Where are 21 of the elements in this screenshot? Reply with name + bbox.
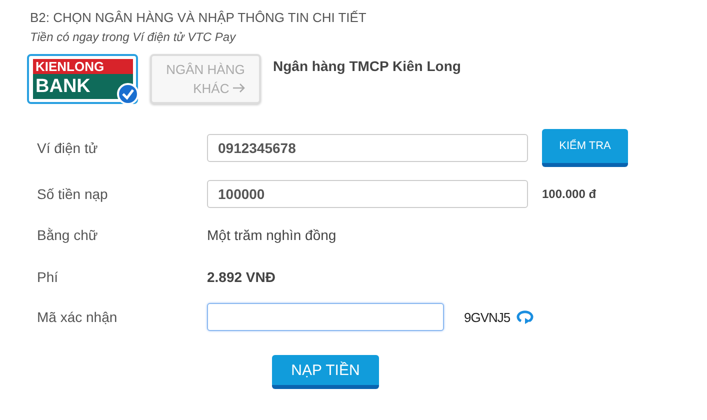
field-label: Ví điện tử (37, 138, 99, 158)
subheading: Tiền có ngay trong Ví điện tử VTC Pay (30, 30, 238, 44)
step-heading: B2: CHỌN NGÂN HÀNG VÀ NHẬP THÔNG TIN CHI TIẾT (30, 10, 368, 25)
other-bank-label: NGÂN HÀNG KHÁC (166, 61, 245, 98)
bank-tile[interactable]: KIENLONG BANK (27, 54, 138, 104)
refresh-icon[interactable] (515, 310, 536, 324)
arrow-right-icon (232, 83, 245, 93)
value-text: Một trăm nghìn đồng (207, 227, 336, 243)
check-icon (117, 83, 139, 105)
captcha-code: 9GVNJ5 (464, 310, 510, 324)
input-field[interactable]: 100000 (207, 180, 528, 208)
captcha-input-field[interactable] (207, 303, 444, 331)
bank-logo: KIENLONG BANK (32, 59, 132, 99)
field-label: Số tiền nạp (37, 184, 109, 204)
input-field[interactable]: 0912345678 (207, 134, 528, 162)
value-text: 2.892 VNĐ (207, 268, 276, 284)
field-label: Bằng chữ (37, 226, 99, 245)
field-label: Mã xác nhận (37, 308, 118, 327)
amount-note: 100.000 đ (542, 186, 596, 200)
field-label: Phí (37, 268, 60, 286)
bank-name: Ngân hàng TMCP Kiên Long (273, 58, 461, 74)
